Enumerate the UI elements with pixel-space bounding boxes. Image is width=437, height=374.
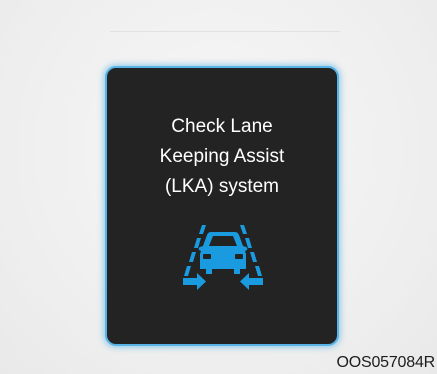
cluster-warning-display: Check Lane Keeping Assist (LKA) system bbox=[105, 66, 339, 346]
car-windshield bbox=[209, 236, 237, 246]
left-lane-dash-1 bbox=[199, 225, 206, 234]
warning-message-line-3: (LKA) system bbox=[164, 176, 280, 197]
left-lane-dash-3 bbox=[189, 252, 196, 262]
car-headlight-right bbox=[235, 254, 243, 259]
divider bbox=[110, 31, 340, 32]
left-lane-dash-2 bbox=[194, 238, 201, 248]
warning-message: Check Lane Keeping Assist (LKA) system bbox=[107, 112, 337, 202]
lane-keeping-assist-icon bbox=[183, 225, 263, 290]
warning-message-line-1: Check Lane bbox=[171, 116, 273, 137]
image-reference-code: OOS057084R bbox=[336, 354, 435, 371]
right-lane-dash-1 bbox=[240, 225, 247, 234]
car-headlight-left bbox=[203, 254, 211, 259]
warning-message-line-2: Keeping Assist bbox=[159, 146, 285, 167]
right-lane-dash-4 bbox=[255, 266, 262, 276]
right-lane-dash-3 bbox=[250, 252, 257, 262]
right-lane-dash-2 bbox=[245, 238, 252, 248]
left-lane-dash-4 bbox=[184, 266, 191, 276]
